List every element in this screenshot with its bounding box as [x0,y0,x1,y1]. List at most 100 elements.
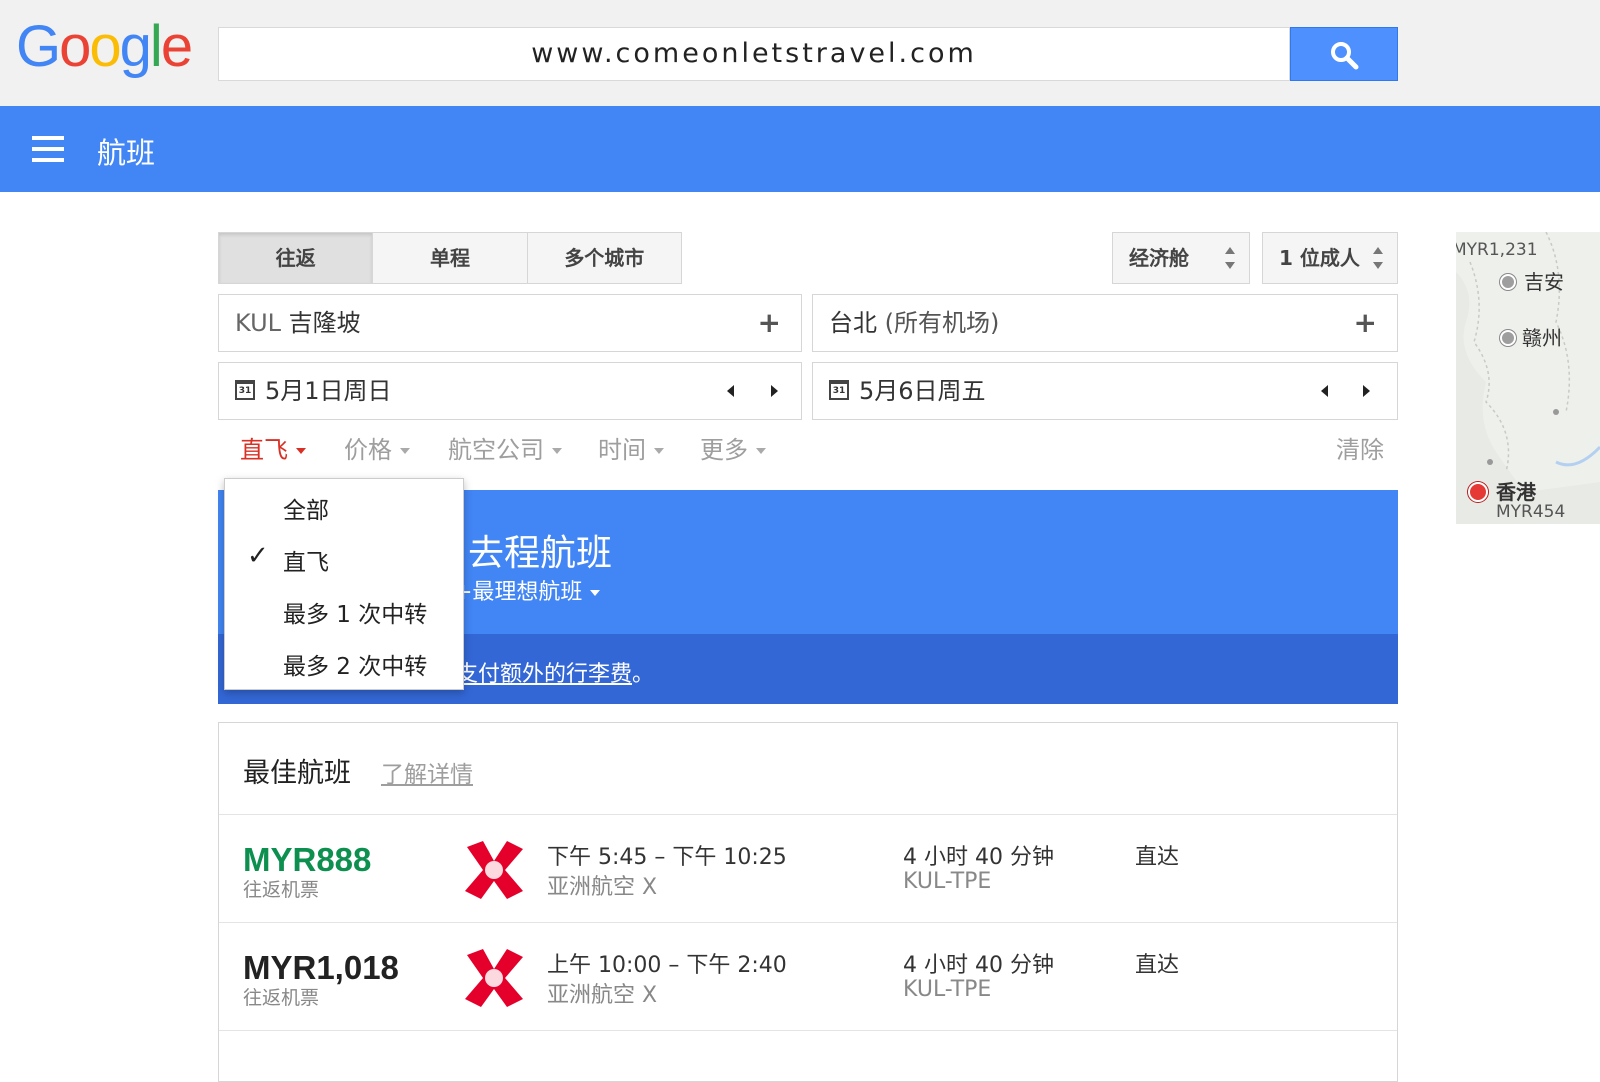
destination-city: 台北 [829,309,877,337]
logo-letter: g [119,14,152,79]
passenger-select[interactable]: 1 位成人 [1262,232,1398,284]
chevron-down-icon [296,448,306,454]
learn-more-link[interactable]: 了解详情 [381,755,473,789]
filter-more-label: 更多 [700,436,748,464]
origin-city: 吉隆坡 [288,309,361,337]
map-place-label: 赣州 [1522,326,1562,350]
flight-times: 下午 5:45 – 下午 10:25 [547,845,787,870]
filter-time-label: 时间 [598,436,646,464]
map-place-label: 吉安 [1524,270,1564,294]
page-title: 航班 [97,136,156,170]
filter-time[interactable]: 时间 [598,430,664,465]
menu-item-all[interactable]: 全部 [283,491,329,525]
destination-pin-icon[interactable] [1468,482,1488,502]
origin-code: KUL [235,309,282,337]
tab-round-trip[interactable]: 往返 [219,233,374,283]
search-query: www.comeonletstravel.com [531,38,977,69]
prev-date-icon[interactable] [1321,385,1328,397]
search-button[interactable] [1290,27,1398,81]
section-title: 最佳航班 [243,758,351,789]
menu-item-two-stops[interactable]: 最多 2 次中转 [283,647,427,681]
filter-stops[interactable]: 直飞 [240,430,306,465]
filter-airline[interactable]: 航空公司 [448,430,562,465]
destination-note: (所有机场) [884,309,1000,337]
sort-label: +最理想航班 [454,580,583,605]
route-map[interactable]: MYR1,231 吉安 赣州 香港 MYR454 [1456,232,1600,524]
best-flights-card: 最佳航班 了解详情 MYR888 往返机票 下午 5:45 – 下午 10:25… [218,722,1398,1082]
price-note: 往返机票 [243,879,320,901]
depart-date-field[interactable]: 31 5月1日周日 [218,362,802,420]
depart-date: 5月1日周日 [265,377,392,405]
map-pin-icon[interactable] [1500,274,1516,290]
flight-stops: 直达 [1135,845,1180,870]
next-date-icon[interactable] [771,385,778,397]
logo-letter: o [89,14,121,79]
airasia-logo-icon [465,841,523,899]
tab-multi-city[interactable]: 多个城市 [527,233,681,283]
prev-date-icon[interactable] [727,385,734,397]
origin-field[interactable]: KUL 吉隆坡 + [218,294,802,352]
flight-price: MYR1,018 [243,949,399,986]
price-note: 往返机票 [243,987,320,1009]
baggage-note-tail: 。 [632,662,655,687]
updown-arrows-icon [1225,247,1235,269]
next-date-icon[interactable] [1363,385,1370,397]
flight-price: MYR888 [243,841,372,878]
google-top-bar: Google www.comeonletstravel.com [0,0,1600,106]
chevron-down-icon [654,448,664,454]
menu-item-nonstop[interactable]: 直飞 [283,543,329,577]
logo-letter: o [59,14,91,79]
flight-route: KUL-TPE [903,977,992,1002]
search-icon [1331,42,1359,70]
map-price-label: MYR1,231 [1456,240,1538,260]
filter-stops-label: 直飞 [240,436,288,464]
chevron-down-icon [400,448,410,454]
google-logo[interactable]: Google [16,14,193,79]
card-header: 最佳航班 了解详情 [219,723,1397,815]
flight-route: KUL-TPE [903,869,992,894]
logo-letter: l [149,14,163,79]
flight-row[interactable]: MYR888 往返机票 下午 5:45 – 下午 10:25 亚洲航空 X 4 … [219,815,1397,923]
flight-stops: 直达 [1135,953,1180,978]
filter-price[interactable]: 价格 [344,430,410,465]
updown-arrows-icon [1373,247,1383,269]
airline-name: 亚洲航空 X [547,875,658,900]
passenger-label: 1 位成人 [1279,246,1360,270]
baggage-fee-link[interactable]: 支付额外的行李费 [456,662,632,687]
map-pin-icon[interactable] [1500,330,1516,346]
filter-more[interactable]: 更多 [700,430,766,465]
flight-row[interactable]: MYR1,018 往返机票 上午 10:00 – 下午 2:40 亚洲航空 X … [219,923,1397,1031]
search-input[interactable]: www.comeonletstravel.com [218,27,1290,81]
chevron-down-icon [552,448,562,454]
logo-letter: G [16,14,61,79]
calendar-icon: 31 [235,380,255,400]
return-date: 5月6日周五 [859,377,986,405]
tab-one-way[interactable]: 单程 [373,233,528,283]
flight-duration: 4 小时 40 分钟 [903,845,1054,870]
flights-header: 航班 [0,106,1600,192]
cabin-label: 经济舱 [1129,246,1189,270]
flight-times: 上午 10:00 – 下午 2:40 [547,953,787,978]
clear-filters-button[interactable]: 清除 [1336,430,1384,465]
airline-name: 亚洲航空 X [547,983,658,1008]
calendar-icon: 31 [829,380,849,400]
checkmark-icon: ✓ [247,541,269,571]
chevron-down-icon [590,590,601,596]
filter-price-label: 价格 [344,436,392,464]
sort-selector[interactable]: +最理想航班 [454,574,601,606]
map-place-label: 香港 [1496,480,1536,504]
cabin-select[interactable]: 经济舱 [1112,232,1250,284]
logo-letter: e [160,14,193,79]
map-price-label: MYR454 [1496,502,1566,522]
stops-dropdown-menu: 全部 ✓ 直飞 最多 1 次中转 最多 2 次中转 [224,478,464,690]
destination-field[interactable]: 台北 (所有机场) + [812,294,1398,352]
flight-duration: 4 小时 40 分钟 [903,953,1054,978]
menu-icon[interactable] [32,136,64,162]
banner-title: 去程航班 [468,533,613,574]
menu-item-one-stop[interactable]: 最多 1 次中转 [283,595,427,629]
add-destination-icon[interactable]: + [1354,295,1377,351]
airasia-logo-icon [465,949,523,1007]
return-date-field[interactable]: 31 5月6日周五 [812,362,1398,420]
trip-type-tabs: 往返 单程 多个城市 [218,232,682,284]
add-origin-icon[interactable]: + [758,295,781,351]
